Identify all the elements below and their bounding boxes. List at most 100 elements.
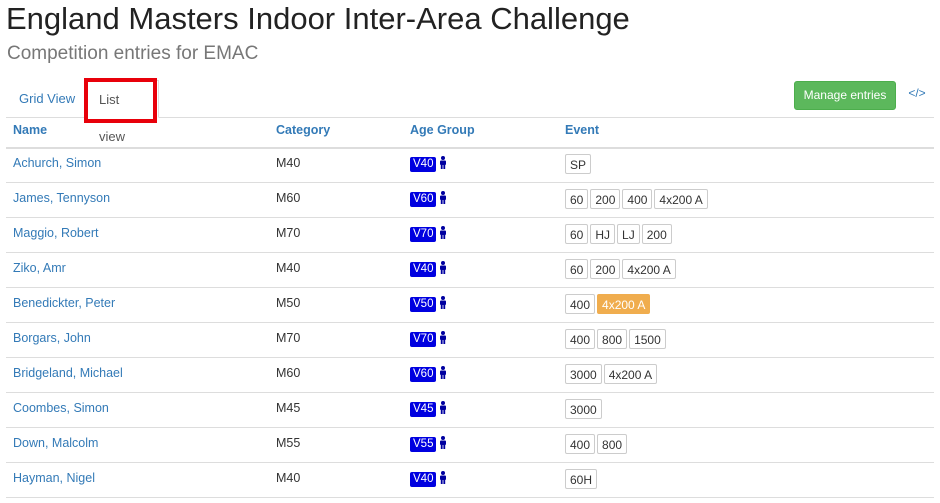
event-badge[interactable]: 400 [622, 189, 653, 209]
male-icon [439, 261, 447, 274]
male-icon [439, 401, 447, 414]
table-row: Bridgeland, Michael M60 V60 3000 4x200 A [6, 358, 934, 393]
category-cell: M40 [276, 261, 301, 275]
event-badge[interactable]: SP [565, 154, 592, 174]
age-group-badge: V40 [410, 262, 437, 277]
events-cell: 60 200 4x200 A [565, 259, 676, 279]
age-group-cell: V50 [410, 296, 447, 312]
athlete-name-link[interactable]: Coombes, Simon [13, 401, 109, 415]
column-header-name[interactable]: Name [13, 123, 47, 137]
male-icon [439, 471, 447, 484]
tab-grid-view[interactable]: Grid View [6, 80, 88, 117]
page-title: England Masters Indoor Inter-Area Challe… [6, 1, 630, 36]
athlete-name-link[interactable]: Borgars, John [13, 331, 91, 345]
age-group-cell: V40 [410, 156, 447, 172]
events-cell: 60 200 400 4x200 A [565, 189, 708, 209]
column-header-age-group[interactable]: Age Group [410, 123, 475, 137]
event-badge[interactable]: 60 [565, 259, 589, 279]
age-group-cell: V70 [410, 226, 447, 242]
table-row: Benedickter, Peter M50 V50 400 4x200 A [6, 288, 934, 323]
age-group-badge: V70 [410, 227, 437, 242]
column-header-category[interactable]: Category [276, 123, 330, 137]
category-cell: M60 [276, 366, 301, 380]
age-group-cell: V60 [410, 191, 447, 207]
event-badge[interactable]: 3000 [565, 364, 602, 384]
table-header: Name Category Age Group Event [6, 117, 934, 149]
category-cell: M40 [276, 156, 301, 170]
events-cell: 400 800 [565, 434, 628, 454]
event-badge[interactable]: 200 [641, 224, 672, 244]
age-group-badge: V45 [410, 402, 437, 417]
category-cell: M70 [276, 226, 301, 240]
table-row: Maggio, Robert M70 V70 60 HJ LJ 200 [6, 218, 934, 253]
age-group-cell: V45 [410, 401, 447, 417]
table-row: Achurch, Simon M40 V40 SP [6, 148, 934, 183]
manage-entries-button[interactable]: Manage entries [794, 81, 896, 110]
male-icon [439, 366, 447, 379]
table-row: Hayman, Nigel M40 V40 60H [6, 463, 934, 498]
age-group-badge: V60 [410, 367, 437, 382]
category-cell: M70 [276, 331, 301, 345]
category-cell: M40 [276, 471, 301, 485]
athlete-name-link[interactable]: Down, Malcolm [13, 436, 98, 450]
age-group-cell: V70 [410, 331, 447, 347]
events-cell: SP [565, 154, 592, 174]
events-cell: 60 HJ LJ 200 [565, 224, 672, 244]
table-row: Down, Malcolm M55 V55 400 800 [6, 428, 934, 463]
events-cell: 400 800 1500 [565, 329, 666, 349]
event-badge[interactable]: 400 [565, 329, 596, 349]
event-badge[interactable]: HJ [590, 224, 616, 244]
category-cell: M50 [276, 296, 301, 310]
events-cell: 400 4x200 A [565, 294, 651, 314]
events-cell: 3000 [565, 399, 602, 419]
event-badge[interactable]: 4x200 A [654, 189, 708, 209]
category-cell: M45 [276, 401, 301, 415]
age-group-badge: V55 [410, 437, 437, 452]
event-badge[interactable]: 60 [565, 189, 589, 209]
event-badge[interactable]: LJ [617, 224, 640, 244]
event-badge[interactable]: 4x200 A [597, 294, 651, 314]
event-badge[interactable]: 4x200 A [603, 364, 658, 384]
table-row: Borgars, John M70 V70 400 800 1500 [6, 323, 934, 358]
event-badge[interactable]: 60H [565, 469, 598, 489]
male-icon [439, 156, 447, 169]
male-icon [439, 226, 447, 239]
age-group-cell: V55 [410, 436, 447, 452]
athlete-name-link[interactable]: Maggio, Robert [13, 226, 98, 240]
event-badge[interactable]: 60 [565, 224, 589, 244]
male-icon [439, 296, 447, 309]
athlete-name-link[interactable]: Ziko, Amr [13, 261, 66, 275]
athlete-name-link[interactable]: Hayman, Nigel [13, 471, 95, 485]
event-badge[interactable]: 1500 [629, 329, 666, 349]
event-badge[interactable]: 800 [597, 329, 628, 349]
events-cell: 3000 4x200 A [565, 364, 658, 384]
event-badge[interactable]: 800 [597, 434, 628, 454]
embed-code-icon[interactable]: </> [905, 86, 929, 106]
athlete-name-link[interactable]: Bridgeland, Michael [13, 366, 123, 380]
male-icon [439, 331, 447, 344]
male-icon [439, 436, 447, 449]
age-group-badge: V50 [410, 297, 437, 312]
table-row: Ziko, Amr M40 V40 60 200 4x200 A [6, 253, 934, 288]
age-group-badge: V40 [410, 472, 437, 487]
event-badge[interactable]: 200 [590, 259, 621, 279]
age-group-cell: V60 [410, 366, 447, 382]
athlete-name-link[interactable]: Benedickter, Peter [13, 296, 115, 310]
event-badge[interactable]: 4x200 A [622, 259, 676, 279]
athlete-name-link[interactable]: James, Tennyson [13, 191, 110, 205]
age-group-cell: V40 [410, 261, 447, 277]
table-row: James, Tennyson M60 V60 60 200 400 4x200 A [6, 183, 934, 218]
event-badge[interactable]: 400 [565, 434, 596, 454]
age-group-cell: V40 [410, 471, 447, 487]
athlete-name-link[interactable]: Achurch, Simon [13, 156, 101, 170]
age-group-badge: V40 [410, 157, 437, 172]
category-cell: M55 [276, 436, 301, 450]
male-icon [439, 191, 447, 204]
event-badge[interactable]: 200 [590, 189, 621, 209]
age-group-badge: V60 [410, 192, 437, 207]
events-cell: 60H [565, 469, 598, 489]
event-badge[interactable]: 400 [565, 294, 596, 314]
age-group-badge: V70 [410, 332, 437, 347]
event-badge[interactable]: 3000 [565, 399, 602, 419]
column-header-event[interactable]: Event [565, 123, 599, 137]
